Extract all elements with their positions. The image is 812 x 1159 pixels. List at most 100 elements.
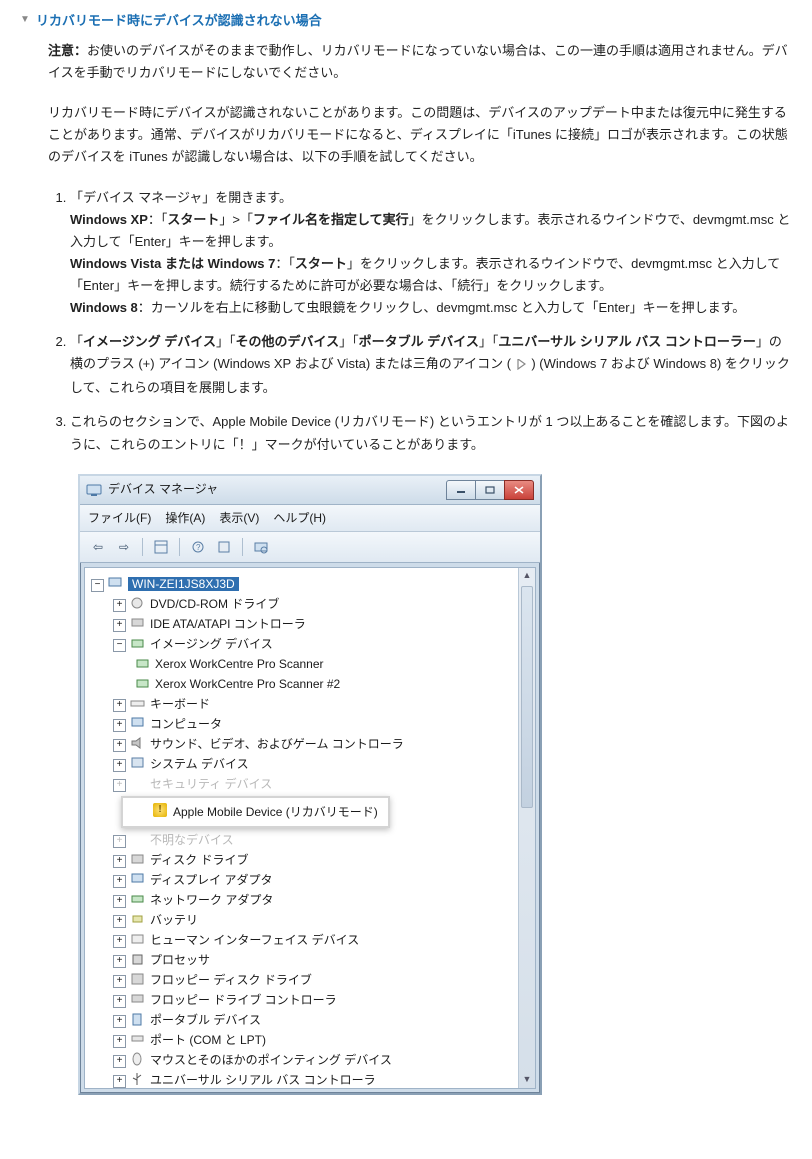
battery-icon <box>130 912 146 926</box>
scanner-icon <box>135 676 151 690</box>
tree-item[interactable]: Xerox WorkCentre Pro Scanner <box>91 654 517 674</box>
expand-icon[interactable]: + <box>113 1015 126 1028</box>
toolbar-details-button[interactable] <box>149 536 173 558</box>
keyboard-icon <box>130 696 146 710</box>
expand-icon[interactable]: + <box>113 1055 126 1068</box>
disclosure-header[interactable]: リカバリモード時にデバイスが認識されない場合 <box>20 10 792 32</box>
expand-icon[interactable]: + <box>113 759 126 772</box>
step-2: 「イメージング デバイス」「その他のデバイス」「ポータブル デバイス」「ユニバー… <box>70 331 792 399</box>
tree-item[interactable]: +マウスとそのほかのポインティング デバイス <box>91 1050 517 1070</box>
minimize-button[interactable] <box>446 480 476 500</box>
tree-item[interactable]: +IDE ATA/ATAPI コントローラ <box>91 614 517 634</box>
tree-item[interactable]: +フロッピー ディスク ドライブ <box>91 970 517 990</box>
menu-action[interactable]: 操作(A) <box>165 508 205 528</box>
menubar: ファイル(F) 操作(A) 表示(V) ヘルプ(H) <box>80 505 540 532</box>
mouse-icon <box>130 1052 146 1066</box>
tree-item[interactable]: Xerox WorkCentre Pro Scanner #2 <box>91 674 517 694</box>
step-1: 「デバイス マネージャ」を開きます。 Windows XP：「スタート」>「ファ… <box>70 187 792 320</box>
toolbar: ⇦ ⇨ ? <box>80 532 540 563</box>
tree-item[interactable]: +DVD/CD-ROM ドライブ <box>91 594 517 614</box>
collapse-icon[interactable]: − <box>113 639 126 652</box>
tree-item[interactable]: +サウンド、ビデオ、およびゲーム コントローラ <box>91 734 517 754</box>
scrollbar[interactable]: ▲ ▼ <box>518 568 535 1088</box>
maximize-button[interactable] <box>475 480 505 500</box>
tree-item[interactable]: +ネットワーク アダプタ <box>91 890 517 910</box>
tree-item[interactable]: +不明なデバイス <box>91 830 517 850</box>
computer-icon <box>130 716 146 730</box>
highlight-callout: ! Apple Mobile Device (リカバリモード) <box>121 796 390 828</box>
scanner-icon <box>135 656 151 670</box>
scroll-thumb[interactable] <box>521 586 533 808</box>
tree-item[interactable]: +ヒューマン インターフェイス デバイス <box>91 930 517 950</box>
tree-item[interactable]: +ポート (COM と LPT) <box>91 1030 517 1050</box>
tree-item[interactable]: +プロセッサ <box>91 950 517 970</box>
titlebar[interactable]: デバイス マネージャ <box>80 476 540 505</box>
tree-item[interactable]: +ディスク ドライブ <box>91 850 517 870</box>
step-1-win8: Windows 8：カーソルを右上に移動して虫眼鏡をクリックし、devmgmt.… <box>70 297 792 319</box>
toolbar-forward-button[interactable]: ⇨ <box>112 536 136 558</box>
menu-help[interactable]: ヘルプ(H) <box>273 508 326 528</box>
window-title: デバイス マネージャ <box>108 479 447 499</box>
expand-icon[interactable]: + <box>113 719 126 732</box>
tree-item[interactable]: +フロッピー ドライブ コントローラ <box>91 990 517 1010</box>
expand-icon[interactable]: + <box>113 699 126 712</box>
tree-item-imaging[interactable]: −イメージング デバイス <box>91 634 517 654</box>
hid-icon <box>130 932 146 946</box>
tree-expand-triangle-icon <box>517 355 526 377</box>
step-1-xp: Windows XP：「スタート」>「ファイル名を指定して実行」をクリックします… <box>70 209 792 253</box>
toolbar-help-button[interactable]: ? <box>186 536 210 558</box>
tree-item[interactable]: +ポータブル デバイス <box>91 1010 517 1030</box>
tree-item[interactable]: +ディスプレイ アダプタ <box>91 870 517 890</box>
disclosure-title: リカバリモード時にデバイスが認識されない場合 <box>36 13 322 28</box>
disclosure-body: 注意：お使いのデバイスがそのままで動作し、リカバリモードになっていない場合は、こ… <box>20 40 792 1095</box>
step-1-line1: 「デバイス マネージャ」を開きます。 <box>70 190 292 205</box>
expand-icon[interactable]: + <box>113 779 126 792</box>
expand-icon[interactable]: + <box>113 975 126 988</box>
expand-icon[interactable]: + <box>113 599 126 612</box>
sound-icon <box>130 736 146 750</box>
computer-icon <box>108 576 124 590</box>
tree-item[interactable]: +バッテリ <box>91 910 517 930</box>
scroll-up-icon[interactable]: ▲ <box>519 568 535 584</box>
floppy-ctrl-icon <box>130 992 146 1006</box>
tree-item[interactable]: +コンピュータ <box>91 714 517 734</box>
expand-icon[interactable]: + <box>113 835 126 848</box>
root-label: WIN-ZEI1JS8XJ3D <box>128 577 239 591</box>
warning-icon: ! <box>153 803 167 817</box>
toolbar-back-button[interactable]: ⇦ <box>86 536 110 558</box>
expand-icon[interactable]: + <box>113 1035 126 1048</box>
tree-pane: ▲ ▼ − WIN-ZEI1JS8XJ3D +DVD/CD-ROM ドライブ +I… <box>84 567 536 1089</box>
menu-file[interactable]: ファイル(F) <box>88 508 151 528</box>
toolbar-scan-button[interactable] <box>249 536 273 558</box>
expand-icon[interactable]: + <box>113 1075 126 1088</box>
expand-icon[interactable]: + <box>113 875 126 888</box>
expand-icon[interactable]: + <box>113 935 126 948</box>
expand-icon[interactable]: + <box>113 955 126 968</box>
note-label: 注意： <box>48 43 87 58</box>
toolbar-separator <box>179 538 180 556</box>
step-1-vista: Windows Vista または Windows 7：「スタート」をクリックし… <box>70 253 792 297</box>
floppy-icon <box>130 972 146 986</box>
tree-item[interactable]: +ユニバーサル シリアル バス コントローラ <box>91 1070 517 1089</box>
expand-icon[interactable]: + <box>113 895 126 908</box>
collapse-icon[interactable]: − <box>91 579 104 592</box>
menu-view[interactable]: 表示(V) <box>219 508 259 528</box>
expand-icon[interactable]: + <box>113 995 126 1008</box>
highlight-label: Apple Mobile Device (リカバリモード) <box>173 805 378 819</box>
steps-list: 「デバイス マネージャ」を開きます。 Windows XP：「スタート」>「ファ… <box>48 187 792 456</box>
note-text: お使いのデバイスがそのままで動作し、リカバリモードになっていない場合は、この一連… <box>48 43 788 80</box>
expand-icon[interactable]: + <box>113 855 126 868</box>
disk-icon <box>130 852 146 866</box>
close-button[interactable] <box>504 480 534 500</box>
security-icon <box>130 776 146 790</box>
expand-icon[interactable]: + <box>113 619 126 632</box>
toolbar-properties-button[interactable] <box>212 536 236 558</box>
tree-item[interactable]: +セキュリティ デバイス <box>91 774 517 794</box>
scroll-down-icon[interactable]: ▼ <box>519 1072 535 1088</box>
tree-item[interactable]: +システム デバイス <box>91 754 517 774</box>
expand-icon[interactable]: + <box>113 739 126 752</box>
tree-item[interactable]: +キーボード <box>91 694 517 714</box>
expand-icon[interactable]: + <box>113 915 126 928</box>
toolbar-separator <box>242 538 243 556</box>
tree-root[interactable]: − WIN-ZEI1JS8XJ3D <box>91 574 517 594</box>
